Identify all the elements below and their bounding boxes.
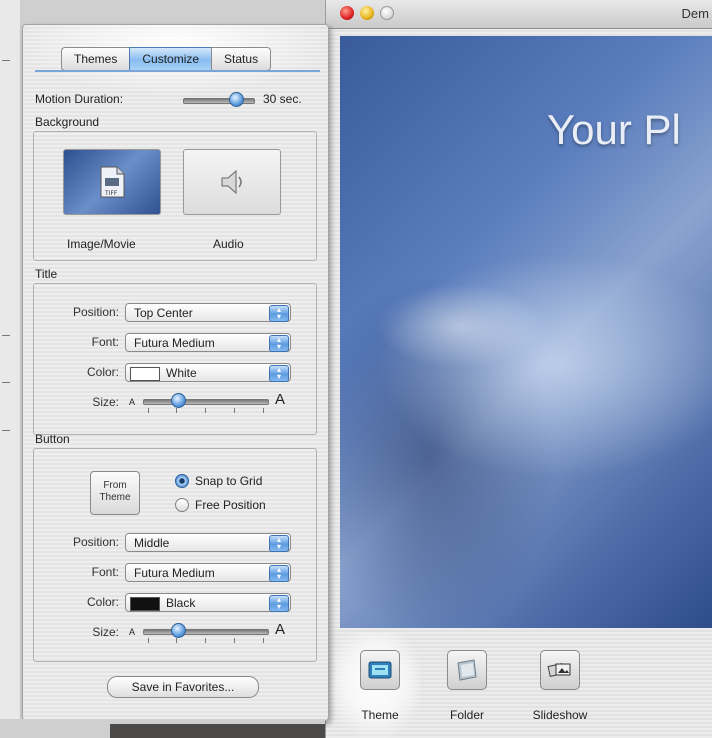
title-color-popup[interactable]: White ▴ ▾ (125, 363, 291, 382)
button-font-popup[interactable]: Futura Medium ▴ ▾ (125, 563, 291, 582)
button-size-small-a: A (129, 627, 136, 637)
button-font-value: Futura Medium (134, 566, 215, 580)
title-size-knob[interactable] (170, 393, 186, 408)
button-size-large-a: A (275, 621, 286, 638)
speaker-icon (221, 169, 242, 195)
popup-arrows-icon: ▴ ▾ (269, 305, 289, 322)
toolbar-theme[interactable]: Theme (350, 650, 410, 722)
title-size-ticks (148, 408, 264, 413)
from-theme-button[interactable]: From Theme (90, 471, 140, 515)
menu-preview[interactable]: Your Pl (340, 36, 712, 628)
button-position-label: Position: (72, 535, 119, 549)
tab-bar: Themes Customize Status (61, 47, 272, 71)
toolbar-label: Slideshow (532, 708, 588, 722)
folder-icon (447, 650, 487, 690)
free-position-label: Free Position (195, 498, 266, 512)
minimize-button[interactable] (360, 6, 374, 20)
main-window: Dem Your Pl (325, 0, 712, 738)
title-size-small-a: A (129, 397, 136, 407)
from-theme-line2: Theme (99, 492, 131, 503)
image-movie-label: Image/Movie (67, 237, 136, 251)
preview-title[interactable]: Your Pl (547, 106, 681, 154)
customize-drawer: Themes Customize Status Motion Duration:… (22, 24, 329, 721)
popup-arrows-icon: ▴ ▾ (269, 335, 289, 352)
title-font-label: Font: (91, 335, 119, 349)
button-size-label: Size: (92, 625, 119, 639)
motion-duration-slider[interactable] (183, 98, 255, 104)
button-position-popup[interactable]: Middle ▴ ▾ (125, 533, 291, 552)
desktop-edge (0, 0, 20, 738)
tab-themes[interactable]: Themes (61, 47, 130, 71)
tab-status[interactable]: Status (211, 47, 272, 71)
image-file-icon: TIFF (100, 166, 125, 198)
popup-arrows-icon: ▴ ▾ (269, 565, 289, 582)
toolbar-slideshow[interactable]: Slideshow (530, 650, 590, 722)
title-size-large-a: A (275, 391, 286, 408)
tab-underline (35, 70, 320, 72)
button-size-slider[interactable] (143, 629, 269, 635)
title-position-value: Top Center (134, 306, 193, 320)
audio-label: Audio (213, 237, 244, 251)
from-theme-line1: From (103, 480, 127, 491)
button-group-title: Button (35, 432, 70, 446)
button-color-label: Color: (86, 595, 119, 609)
radio-selected-icon (175, 474, 189, 488)
button-position-value: Middle (134, 536, 170, 550)
button-color-popup[interactable]: Black ▴ ▾ (125, 593, 291, 612)
radio-unselected-icon (175, 498, 189, 512)
free-position-radio[interactable]: Free Position (175, 498, 266, 512)
motion-duration-label: Motion Duration: (35, 92, 124, 106)
title-color-swatch (130, 366, 160, 381)
title-color-label: Color: (86, 365, 119, 379)
popup-arrows-icon: ▴ ▾ (269, 535, 289, 552)
button-size-ticks (148, 638, 264, 643)
save-in-favorites-button[interactable]: Save in Favorites... (107, 676, 259, 698)
snap-to-grid-label: Snap to Grid (195, 474, 263, 488)
title-size-label: Size: (92, 395, 119, 409)
tab-customize[interactable]: Customize (129, 47, 212, 71)
audio-well[interactable] (183, 149, 281, 215)
slideshow-icon (540, 650, 580, 690)
title-group-title: Title (35, 267, 58, 281)
motion-duration-knob[interactable] (228, 92, 244, 107)
snap-to-grid-radio[interactable]: Snap to Grid (175, 474, 262, 488)
button-color-value: Black (166, 596, 196, 610)
title-size-slider[interactable] (143, 399, 269, 405)
toolbar-label: Theme (361, 708, 399, 722)
motion-duration-value: 30 sec. (263, 92, 302, 106)
tiff-badge: TIFF (104, 190, 118, 197)
button-color-swatch (130, 596, 160, 611)
toolbar-folder[interactable]: Folder (437, 650, 497, 722)
title-position-popup[interactable]: Top Center ▴ ▾ (125, 303, 291, 322)
zoom-button[interactable] (380, 6, 394, 20)
window-title: Dem (681, 6, 709, 21)
popup-arrows-icon: ▴ ▾ (269, 365, 289, 382)
toolbar-label: Folder (449, 708, 484, 722)
title-font-popup[interactable]: Futura Medium ▴ ▾ (125, 333, 291, 352)
title-position-label: Position: (72, 305, 119, 319)
image-movie-well[interactable]: TIFF (63, 149, 161, 215)
button-size-knob[interactable] (170, 623, 186, 638)
popup-arrows-icon: ▴ ▾ (269, 595, 289, 612)
close-button[interactable] (340, 6, 354, 20)
window-titlebar: Dem (326, 0, 712, 29)
title-font-value: Futura Medium (134, 336, 215, 350)
title-color-value: White (166, 366, 197, 380)
desktop-bottom (0, 719, 325, 738)
background-group-title: Background (35, 115, 100, 129)
theme-icon (360, 650, 400, 690)
button-font-label: Font: (91, 565, 119, 579)
